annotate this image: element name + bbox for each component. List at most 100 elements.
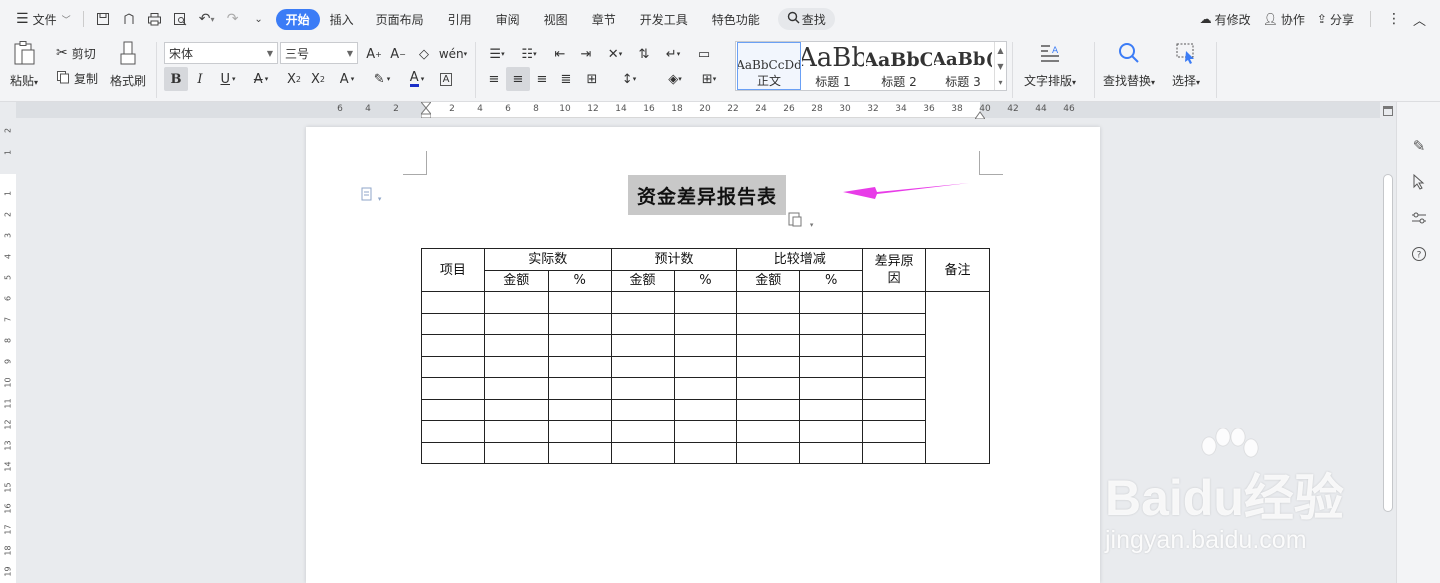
increase-indent-icon[interactable]: ⇥ bbox=[574, 42, 598, 66]
table-cell[interactable] bbox=[483, 355, 549, 378]
table-cell[interactable] bbox=[862, 441, 927, 464]
table-cell[interactable] bbox=[736, 398, 801, 421]
table-cell[interactable] bbox=[862, 291, 927, 314]
table-cell[interactable] bbox=[421, 420, 485, 443]
table-cell[interactable] bbox=[799, 377, 864, 400]
table-cell[interactable] bbox=[673, 312, 738, 335]
style-heading-3[interactable]: AaBb( 标题 3 bbox=[934, 42, 992, 90]
right-indent-marker[interactable] bbox=[974, 108, 986, 120]
justify-icon[interactable]: ≣ bbox=[554, 67, 578, 91]
collapse-ribbon-icon[interactable]: ︿ bbox=[1407, 10, 1432, 29]
table-cell[interactable] bbox=[736, 420, 801, 443]
table-cell[interactable] bbox=[673, 377, 738, 400]
cut-button[interactable]: ✂ 剪切 bbox=[56, 42, 96, 64]
superscript-icon[interactable]: X2 bbox=[282, 67, 306, 91]
table-cell[interactable] bbox=[547, 398, 612, 421]
clear-format-icon[interactable]: ◇ bbox=[412, 42, 436, 66]
scroll-top-icon[interactable] bbox=[1383, 106, 1393, 116]
share-button[interactable]: ⇪ 分享 bbox=[1311, 11, 1360, 28]
header-reason[interactable]: 差异原因 bbox=[862, 248, 927, 292]
vertical-scrollbar[interactable] bbox=[1380, 102, 1396, 583]
subheader-percent[interactable]: % bbox=[547, 269, 612, 292]
note-cell[interactable] bbox=[925, 291, 990, 464]
table-cell[interactable] bbox=[673, 291, 738, 314]
header-compare[interactable]: 比较增减 bbox=[736, 248, 864, 271]
subheader-amount[interactable]: 金额 bbox=[483, 269, 549, 292]
table-cell[interactable] bbox=[483, 441, 549, 464]
paste-options-icon[interactable]: ▾ bbox=[788, 211, 813, 230]
settings-sliders-icon[interactable] bbox=[1407, 206, 1431, 230]
tab-developer[interactable]: 开发工具 bbox=[628, 0, 700, 38]
tab-review[interactable]: 审阅 bbox=[484, 0, 532, 38]
table-cell[interactable] bbox=[736, 441, 801, 464]
table-cell[interactable] bbox=[862, 312, 927, 335]
collaborate-button[interactable]: 👤︎ 协作 bbox=[1257, 11, 1311, 28]
strikethrough-icon[interactable]: A ▾ bbox=[246, 67, 276, 91]
bold-icon[interactable]: B bbox=[164, 67, 188, 91]
paragraph-options-icon[interactable]: ▾ bbox=[360, 187, 381, 204]
style-heading-1[interactable]: AaBb 标题 1 bbox=[802, 42, 864, 90]
table-cell[interactable] bbox=[736, 355, 801, 378]
table-cell[interactable] bbox=[421, 291, 485, 314]
chinese-layout-icon[interactable]: ✕ ▾ bbox=[600, 42, 630, 66]
format-painter-button[interactable]: 格式刷 bbox=[110, 40, 146, 89]
table-cell[interactable] bbox=[799, 420, 864, 443]
more-menu-icon[interactable]: ⋮ bbox=[1381, 11, 1407, 27]
table-cell[interactable] bbox=[610, 420, 675, 443]
customize-toolbar-icon[interactable]: ⌄ bbox=[246, 0, 272, 38]
highlight-icon[interactable]: ✎ ▾ bbox=[366, 67, 398, 91]
table-cell[interactable] bbox=[421, 312, 485, 335]
table-cell[interactable] bbox=[421, 377, 485, 400]
subheader-percent[interactable]: % bbox=[799, 269, 864, 292]
table-cell[interactable] bbox=[736, 334, 801, 357]
tab-references[interactable]: 引用 bbox=[436, 0, 484, 38]
increase-font-icon[interactable]: A + bbox=[362, 42, 386, 66]
report-table[interactable]: 项目 实际数 预计数 比较增减 差异原因 备注 金额 % 金额 % 金额 % bbox=[421, 248, 990, 464]
document-title[interactable]: 资金差异报告表 bbox=[628, 175, 786, 215]
font-size-select[interactable]: 三号 ▼ bbox=[280, 42, 358, 64]
subheader-amount[interactable]: 金额 bbox=[736, 269, 801, 292]
table-cell[interactable] bbox=[483, 420, 549, 443]
table-cell[interactable] bbox=[610, 334, 675, 357]
table-cell[interactable] bbox=[547, 291, 612, 314]
print-preview-icon[interactable] bbox=[168, 0, 194, 38]
style-normal[interactable]: AaBbCcDd 正文 bbox=[737, 42, 801, 90]
show-marks-icon[interactable]: ↵ ▾ bbox=[658, 42, 688, 66]
style-heading-2[interactable]: AaBbC 标题 2 bbox=[866, 42, 932, 90]
text-layout-button[interactable]: A 文字排版▾ bbox=[1024, 40, 1076, 89]
align-right-icon[interactable]: ≡ bbox=[530, 67, 554, 91]
table-cell[interactable] bbox=[673, 441, 738, 464]
tab-insert[interactable]: 插入 bbox=[320, 0, 364, 38]
table-cell[interactable] bbox=[421, 398, 485, 421]
document-page[interactable]: ▾ 资金差异报告表 ▾ 项目 实际数 预计数 比较增减 差异原因 备注 金额 %… bbox=[306, 127, 1100, 583]
tab-page-layout[interactable]: 页面布局 bbox=[364, 0, 436, 38]
header-actual[interactable]: 实际数 bbox=[483, 248, 612, 271]
table-cell[interactable] bbox=[610, 312, 675, 335]
find-replace-button[interactable]: 查找替换▾ bbox=[1103, 40, 1155, 89]
edit-pen-icon[interactable]: ✎ bbox=[1407, 134, 1431, 158]
table-cell[interactable] bbox=[736, 312, 801, 335]
table-cell[interactable] bbox=[483, 377, 549, 400]
subheader-amount[interactable]: 金额 bbox=[610, 269, 675, 292]
table-of-contents-icon[interactable]: ▭ bbox=[692, 42, 716, 66]
table-cell[interactable] bbox=[736, 291, 801, 314]
save-icon[interactable] bbox=[90, 0, 116, 38]
header-budget[interactable]: 预计数 bbox=[610, 248, 738, 271]
table-cell[interactable] bbox=[799, 355, 864, 378]
numbered-list-icon[interactable]: ☷ ▾ bbox=[514, 42, 544, 66]
paste-button[interactable]: 粘贴▾ bbox=[10, 40, 38, 89]
redo-icon[interactable]: ↷ bbox=[220, 0, 246, 38]
align-center-icon[interactable]: ≡ bbox=[506, 67, 530, 91]
scrollbar-thumb[interactable] bbox=[1383, 174, 1393, 512]
header-note[interactable]: 备注 bbox=[925, 248, 990, 292]
table-cell[interactable] bbox=[799, 334, 864, 357]
table-cell[interactable] bbox=[421, 441, 485, 464]
underline-icon[interactable]: U ▾ bbox=[212, 67, 244, 91]
print-icon[interactable] bbox=[142, 0, 168, 38]
table-cell[interactable] bbox=[483, 291, 549, 314]
table-cell[interactable] bbox=[736, 377, 801, 400]
table-cell[interactable] bbox=[547, 334, 612, 357]
modified-status[interactable]: ☁ 有修改 bbox=[1194, 11, 1257, 28]
table-cell[interactable] bbox=[421, 355, 485, 378]
line-spacing-icon[interactable]: ↕ ▾ bbox=[614, 67, 644, 91]
